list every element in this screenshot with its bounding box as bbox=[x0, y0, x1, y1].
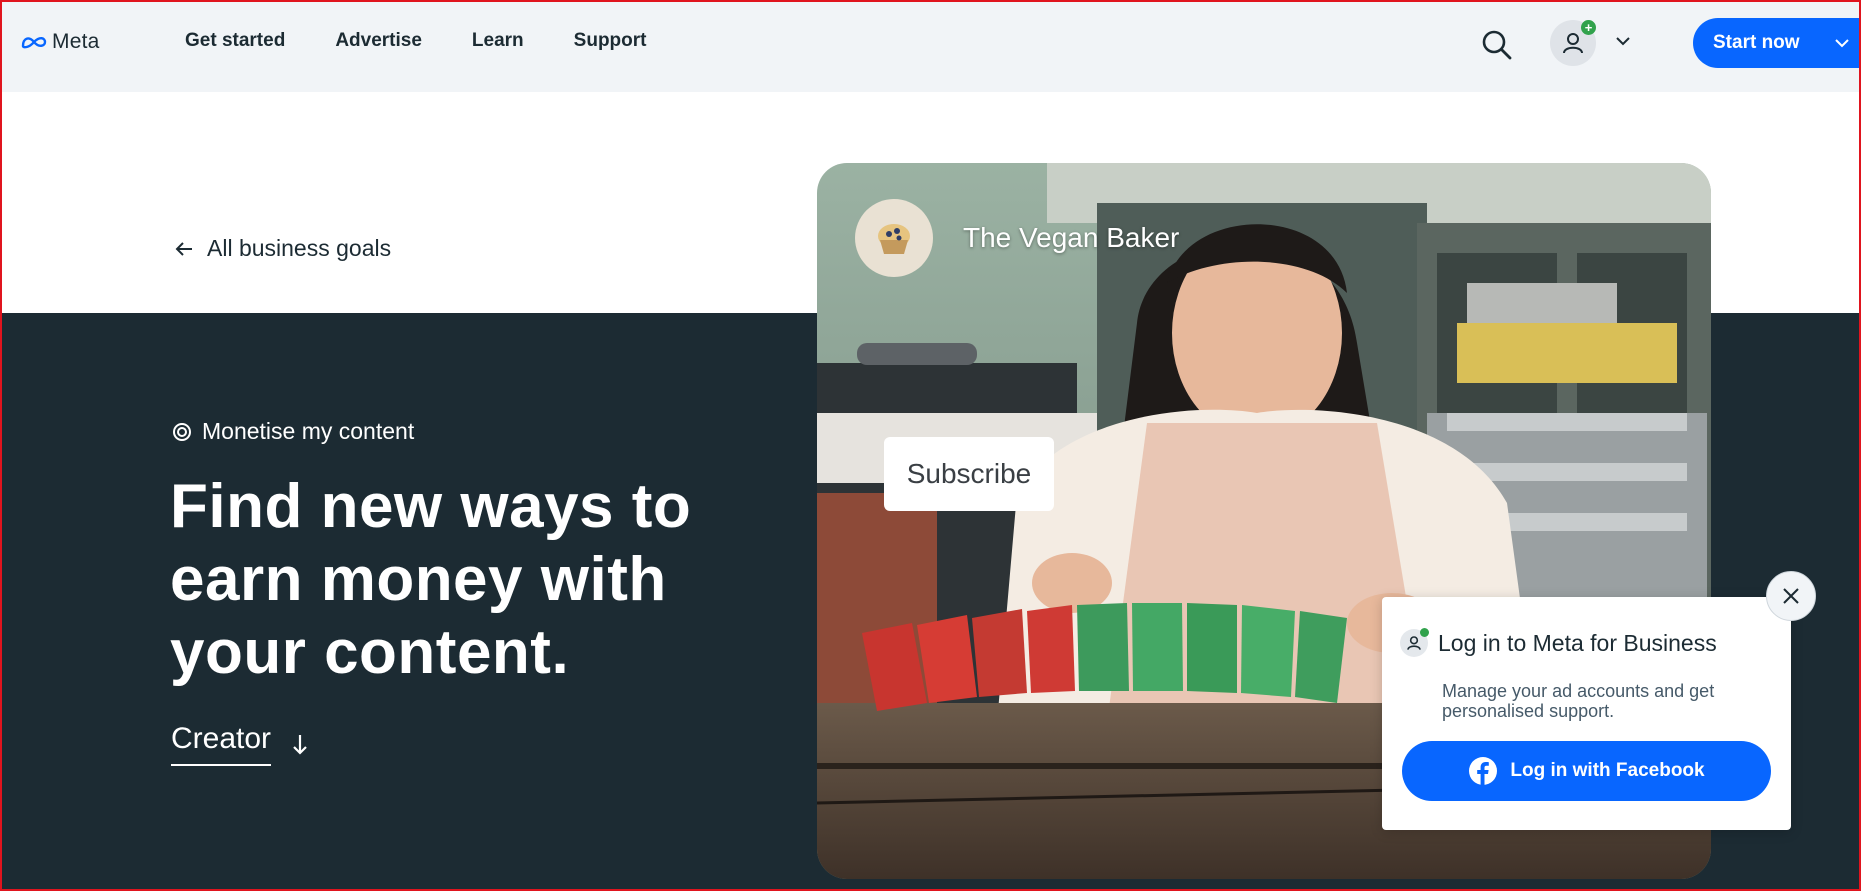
all-business-goals-link[interactable]: All business goals bbox=[175, 235, 391, 262]
main-nav: Get started Advertise Learn Support bbox=[185, 30, 647, 52]
facebook-button-label: Log in with Facebook bbox=[1510, 760, 1705, 781]
nav-get-started[interactable]: Get started bbox=[185, 30, 285, 52]
search-icon[interactable] bbox=[1480, 28, 1514, 62]
creator-link[interactable]: Creator bbox=[171, 722, 309, 766]
chevron-down-icon[interactable] bbox=[1614, 32, 1632, 50]
meta-logo[interactable]: Meta bbox=[20, 30, 100, 54]
popup-description: Manage your ad accounts and get personal… bbox=[1442, 681, 1715, 721]
logo-text: Meta bbox=[52, 30, 100, 53]
page-headline: Find new ways to earn money with your co… bbox=[170, 472, 692, 687]
account-status-badge: + bbox=[1581, 20, 1596, 35]
login-popup: Log in to Meta for Business Manage your … bbox=[1382, 597, 1791, 830]
facebook-icon bbox=[1469, 757, 1498, 785]
target-icon bbox=[173, 422, 191, 441]
close-popup-button[interactable] bbox=[1766, 571, 1816, 621]
profile-avatar bbox=[855, 199, 933, 277]
goal-text: Monetise my content bbox=[202, 418, 415, 444]
popup-title: Log in to Meta for Business bbox=[1438, 629, 1717, 656]
goal-label: Monetise my content bbox=[172, 418, 414, 445]
start-now-label: Start now bbox=[1713, 32, 1800, 53]
chevron-down-icon bbox=[1835, 39, 1849, 48]
cupcake-icon bbox=[878, 224, 910, 254]
close-icon bbox=[1783, 588, 1799, 604]
status-dot bbox=[1420, 628, 1429, 637]
creator-label: Creator bbox=[171, 722, 272, 766]
arrow-down-icon bbox=[293, 735, 307, 755]
start-now-button[interactable]: Start now bbox=[1693, 18, 1861, 68]
account-button[interactable]: + bbox=[1550, 20, 1596, 66]
creator-profile: The Vegan Baker bbox=[855, 199, 1179, 277]
arrow-left-icon bbox=[175, 241, 192, 256]
back-link-label: All business goals bbox=[207, 235, 392, 261]
top-nav: Meta Get started Advertise Learn Support… bbox=[0, 0, 1861, 92]
nav-support[interactable]: Support bbox=[574, 30, 647, 52]
meta-infinity-icon bbox=[21, 37, 47, 49]
subscribe-button[interactable]: Subscribe bbox=[884, 437, 1054, 511]
user-icon bbox=[1400, 628, 1429, 657]
popup-header: Log in to Meta for Business bbox=[1400, 628, 1717, 657]
profile-name: The Vegan Baker bbox=[963, 222, 1180, 253]
nav-advertise[interactable]: Advertise bbox=[335, 30, 422, 52]
user-icon bbox=[1563, 33, 1583, 54]
nav-learn[interactable]: Learn bbox=[472, 30, 524, 52]
login-with-facebook-button[interactable]: Log in with Facebook bbox=[1402, 741, 1771, 801]
